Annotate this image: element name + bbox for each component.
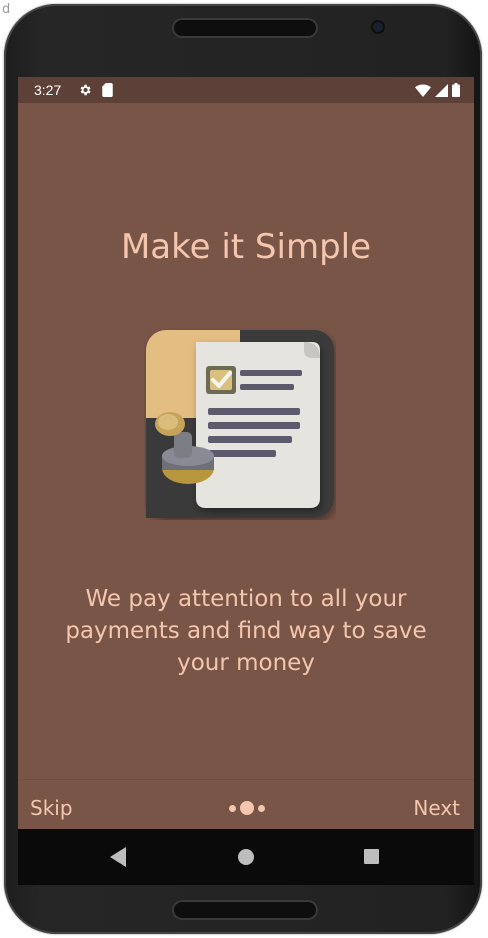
status-bar: 3:27	[18, 77, 474, 103]
next-button[interactable]: Next	[413, 796, 460, 820]
recent-apps-icon[interactable]	[364, 849, 379, 864]
document-with-stamp-icon	[146, 330, 334, 518]
system-navigation-bar	[18, 829, 474, 885]
onboarding-description: We pay attention to all your payments an…	[65, 586, 427, 676]
phone-frame: 3:27 Make it Simple We pay attention to …	[4, 4, 482, 934]
battery-icon	[452, 83, 460, 97]
gear-icon	[80, 84, 91, 96]
footer-divider	[18, 779, 474, 780]
bottom-speaker	[172, 900, 318, 920]
status-right-icons	[415, 83, 460, 97]
status-time: 3:27	[34, 82, 62, 98]
onboarding-title: Make it Simple	[120, 227, 372, 267]
home-icon[interactable]	[238, 849, 254, 865]
page-dot-1	[229, 804, 236, 812]
back-icon[interactable]	[110, 847, 126, 867]
skip-button[interactable]: Skip	[30, 796, 73, 820]
page-indicator	[222, 799, 272, 817]
front-camera	[373, 22, 383, 32]
sd-card-icon	[102, 83, 113, 97]
top-speaker	[172, 18, 318, 38]
signal-icon	[435, 83, 448, 97]
app-screen: 3:27 Make it Simple We pay attention to …	[18, 77, 474, 885]
page-dot-3	[258, 804, 265, 812]
wifi-icon	[415, 83, 431, 97]
window-corner-fragment: d	[2, 2, 11, 17]
page-dot-2-active	[240, 801, 254, 815]
